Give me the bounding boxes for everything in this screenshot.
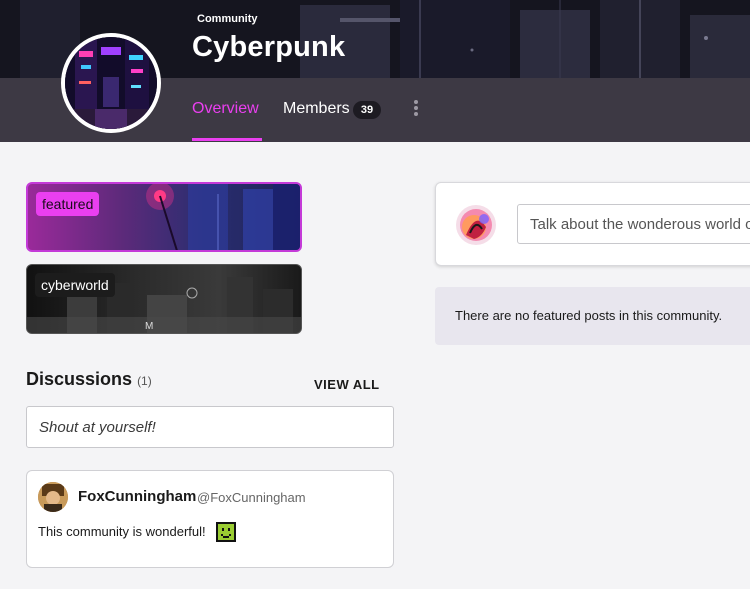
- user-avatar[interactable]: [456, 205, 496, 245]
- author-avatar[interactable]: [38, 482, 68, 512]
- community-title: Cyberpunk: [192, 31, 346, 63]
- community-header: Community Cyberpunk Overview Members 39: [0, 0, 750, 142]
- green-smiley-icon: [216, 522, 236, 542]
- members-count-badge: 39: [353, 101, 381, 119]
- post-author-name[interactable]: FoxCunningham: [78, 488, 196, 505]
- post-author-handle[interactable]: @FoxCunningham: [197, 490, 306, 505]
- featured-posts-empty-state: There are no featured posts in this comm…: [435, 287, 750, 345]
- post-composer: [435, 182, 750, 266]
- tag-label: featured: [36, 192, 100, 216]
- author-avatar-image: [38, 482, 68, 512]
- discussion-post-card[interactable]: FoxCunningham @FoxCunningham This commun…: [26, 470, 394, 568]
- community-avatar: [61, 33, 161, 133]
- composer-input[interactable]: [517, 204, 750, 244]
- tab-overview[interactable]: Overview: [192, 100, 259, 118]
- post-body: This community is wonderful!: [38, 524, 206, 539]
- community-type-label: Community: [197, 13, 258, 25]
- tag-label: cyberworld: [35, 273, 115, 297]
- view-all-link[interactable]: VIEW ALL: [314, 377, 380, 392]
- tab-members[interactable]: Members: [283, 100, 350, 118]
- vertical-ellipsis-icon[interactable]: [410, 98, 422, 118]
- tag-card-cyberworld[interactable]: M cyberworld: [26, 264, 302, 334]
- discussions-title: Discussions: [26, 369, 133, 389]
- empty-state-message: There are no featured posts in this comm…: [455, 308, 723, 323]
- tab-overview-underline: [192, 138, 262, 141]
- discussions-heading: Discussions (1): [26, 369, 152, 390]
- svg-text:M: M: [145, 321, 153, 332]
- shout-input[interactable]: [26, 406, 394, 448]
- community-avatar-image: [65, 37, 157, 129]
- tag-card-featured[interactable]: featured: [26, 182, 302, 252]
- user-avatar-image: [456, 205, 496, 245]
- discussions-count: (1): [137, 374, 152, 388]
